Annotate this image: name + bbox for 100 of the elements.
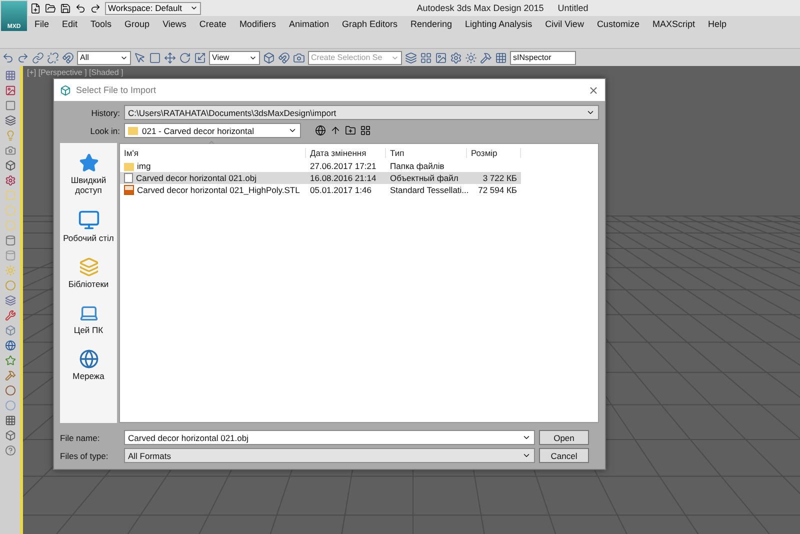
inspector-field[interactable]: sINspector [510,50,576,64]
grid-layout-icon[interactable] [420,52,432,64]
document-title: Untitled [558,3,588,13]
tool-icon[interactable] [4,100,16,111]
tool-icon[interactable] [4,340,16,351]
monitor-icon [78,209,100,231]
file-row[interactable]: Carved decor horizontal 021.obj 16.08.2016 21:14 Объектный файл 3 722 КБ [120,172,521,184]
file-name: img [137,161,151,171]
close-icon[interactable] [588,84,599,96]
magnet-icon[interactable] [62,52,74,64]
column-header[interactable]: Дата змінення [306,148,386,158]
file-type-dropdown[interactable]: All Formats [124,448,535,463]
tool-icon[interactable] [4,445,16,456]
save-icon[interactable] [60,2,71,14]
menu-item[interactable]: Create [192,18,233,28]
type-cell-text: Папка файлів [389,161,446,171]
column-header[interactable]: Ім'я [120,148,306,158]
grid-icon[interactable] [495,52,507,64]
stl-file-icon [124,185,134,195]
unlink-icon[interactable] [47,52,59,64]
link-icon[interactable] [32,52,44,64]
cancel-button[interactable]: Cancel [539,448,589,463]
size-cell-text: 3 722 КБ [482,173,518,183]
place-link[interactable]: Цей ПК [74,325,104,335]
history-dropdown[interactable]: C:\Users\RATAHATA\Documents\3dsMaxDesign\import [124,105,599,120]
folder-icon [124,162,134,170]
place-link[interactable]: Швидкий доступ [60,175,116,195]
new-folder-icon[interactable] [345,125,356,136]
tool-icon[interactable] [4,415,16,426]
tool-icon[interactable] [4,430,16,441]
column-header[interactable]: Розмір [467,148,521,158]
date-cell-text: 05.01.2017 1:46 [309,185,372,195]
menu-item[interactable]: Group [118,18,156,28]
hammer-icon[interactable] [480,52,492,64]
library-icon [78,257,98,277]
app-logo-icon [60,84,71,96]
tool-icon[interactable] [4,160,16,171]
menu-item[interactable]: Civil View [538,18,590,28]
sun-icon[interactable] [465,52,477,64]
look-in-dropdown[interactable]: 021 - Carved decor horizontal [124,123,301,138]
menu-item[interactable]: Lighting Analysis [458,18,539,28]
cube-icon[interactable] [263,52,275,64]
menu-item[interactable]: Tools [84,18,118,28]
layers-icon[interactable] [405,52,417,64]
app-title: Autodesk 3ds Max Design 2015 [416,3,544,13]
place-link[interactable]: Мережа [72,371,104,381]
field-label: Files of type: [60,450,110,460]
workspace-dropdown[interactable]: Workspace: Default [105,2,201,14]
scale-icon[interactable] [194,52,206,64]
tool-icon[interactable] [4,70,16,81]
file-row[interactable]: img 27.06.2017 17:21 Папка файлів [120,160,521,172]
view-menu-icon[interactable] [360,125,371,136]
menu-item[interactable]: Customize [590,18,646,28]
type-cell-text: Standard Tessellati... [389,185,467,195]
undo-icon[interactable] [75,2,86,14]
settings-icon[interactable] [450,52,462,64]
place-link[interactable]: Робочий стіл [63,233,114,243]
field-label: Look in: [89,126,120,136]
move-icon[interactable] [164,52,176,64]
selection-region-icon[interactable] [149,52,161,64]
menu-item[interactable]: Edit [56,18,84,28]
tool-icon[interactable] [4,370,16,381]
menu-item[interactable]: MAXScript [646,18,702,28]
tool-icon[interactable] [4,235,16,246]
menu-item[interactable]: Help [701,18,733,28]
viewport[interactable] [23,66,800,534]
tool-icon[interactable] [4,310,16,321]
place-link[interactable]: Бібліотеки [68,279,109,289]
select-icon[interactable] [134,52,146,64]
field-label: File name: [60,432,101,442]
size-cell-text: 72 594 КБ [477,185,518,195]
tool-icon[interactable] [4,295,16,306]
tool-icon[interactable] [4,175,16,186]
tool-icon[interactable] [4,85,16,96]
menu-item[interactable]: Views [156,18,193,28]
column-header[interactable]: Тип [386,148,467,158]
tool-icon[interactable] [4,355,16,366]
menu-item[interactable]: Animation [282,18,336,28]
open-folder-icon[interactable] [45,2,56,14]
network-icon [78,349,98,369]
file-row[interactable]: Carved decor horizontal 021_HighPoly.STL 05.01.2017 1:46 Standard Tessellati... 72 594 КБ [120,184,521,196]
menu-item[interactable]: Modifiers [232,18,282,28]
selection-filter-dropdown[interactable]: All [77,50,131,64]
open-button[interactable]: Open [539,430,589,445]
file-name-field[interactable]: Carved decor horizontal 021.obj [124,430,535,445]
menu-item[interactable]: Rendering [404,18,459,28]
menu-item[interactable]: Graph Editors [335,18,404,28]
reference-coordinate-dropdown[interactable]: View [209,50,260,64]
tool-icon[interactable] [4,385,16,396]
field-label: History: [90,108,120,118]
new-file-icon[interactable] [30,2,41,14]
tool-icon[interactable] [4,145,16,156]
menu-item[interactable]: File [28,18,56,28]
camera-icon[interactable] [293,52,305,64]
rotate-icon[interactable] [179,52,191,64]
image-icon[interactable] [435,52,447,64]
redo-icon[interactable] [90,2,101,14]
sort-caret-icon[interactable] [207,138,216,147]
up-arrow-icon[interactable] [330,125,341,136]
tool-icon[interactable] [4,115,16,126]
